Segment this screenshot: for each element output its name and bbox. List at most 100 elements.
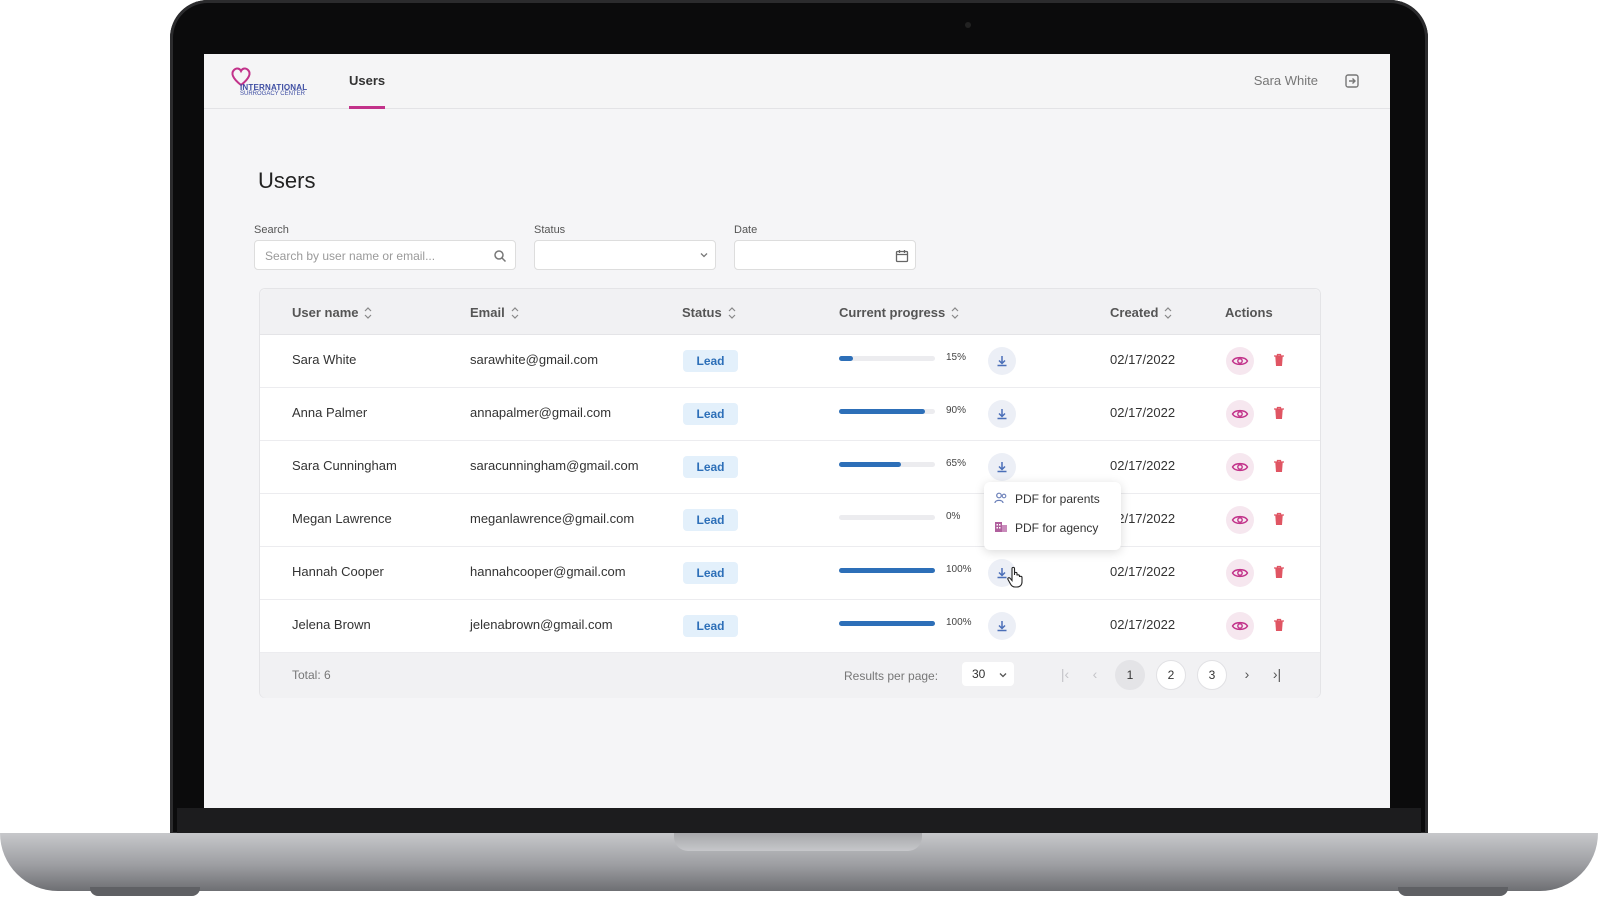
prev-page-icon[interactable]: ‹ <box>1088 665 1102 683</box>
cell-user-name: Hannah Cooper <box>292 564 384 579</box>
cell-user-name: Anna Palmer <box>292 405 368 420</box>
date-input[interactable] <box>734 240 916 270</box>
eye-icon <box>1231 356 1249 366</box>
table-row: Sara Cunningham saracunningham@gmail.com L… <box>260 440 1320 494</box>
page-title: Users <box>258 168 316 193</box>
search-label: Search <box>254 224 289 236</box>
cell-email: hannahcooper@gmail.com <box>470 564 626 579</box>
brand-logo[interactable]: INTERNATIONAL SURROGACY CENTER <box>230 65 310 97</box>
table-row: Anna Palmer annapalmer@gmail.com Lead 90% 02… <box>260 387 1320 441</box>
laptop-foot-right <box>1398 887 1508 896</box>
column-label: Created <box>1110 305 1159 320</box>
cell-email: meganlawrence@gmail.com <box>470 511 635 526</box>
search-placeholder: Search by user name or email... <box>265 249 436 263</box>
camera <box>965 22 971 28</box>
progress-bar <box>839 568 935 573</box>
sort-icon <box>1164 307 1172 319</box>
nav-tab-underline <box>349 106 386 109</box>
status-badge: Lead <box>683 509 738 531</box>
nav-tab-label: Users <box>349 73 386 88</box>
view-button[interactable] <box>1226 347 1254 375</box>
logo-text-line2: SURROGACY CENTER <box>240 91 305 97</box>
trash-icon[interactable] <box>1273 353 1285 367</box>
next-page-icon[interactable]: › <box>1240 665 1254 683</box>
status-badge: Lead <box>683 456 738 478</box>
view-button[interactable] <box>1226 453 1254 481</box>
download-button[interactable] <box>988 400 1016 428</box>
column-label: Current progress <box>839 305 946 320</box>
menu-item-label: PDF for parents <box>1015 492 1100 506</box>
table-footer: Total: 6 Results per page: 30 |‹ ‹ 1 2 3… <box>260 653 1320 698</box>
calendar-icon[interactable] <box>895 249 909 263</box>
total-count: Total: 6 <box>292 668 331 682</box>
eye-icon <box>1231 621 1249 631</box>
progress-bar <box>839 356 935 361</box>
view-button[interactable] <box>1226 559 1254 587</box>
download-button[interactable] <box>988 612 1016 640</box>
last-page-icon[interactable]: ›| <box>1270 665 1284 683</box>
status-select[interactable] <box>534 240 716 270</box>
download-icon <box>997 621 1007 632</box>
column-header-progress[interactable]: Current progress <box>839 305 959 320</box>
app-screen: INTERNATIONAL SURROGACY CENTER Users Sar… <box>204 54 1390 808</box>
chevron-down-icon <box>700 253 708 258</box>
view-button[interactable] <box>1226 400 1254 428</box>
trash-icon[interactable] <box>1273 512 1285 526</box>
cell-email: sarawhite@gmail.com <box>470 352 599 367</box>
menu-item-label: PDF for agency <box>1015 521 1099 535</box>
cell-created-date: 02/17/2022 <box>1110 458 1176 473</box>
table-header: User name Email Status Current progress … <box>260 289 1320 335</box>
results-per-page-value: 30 <box>972 667 986 681</box>
column-header-status[interactable]: Status <box>682 305 736 320</box>
trash-icon[interactable] <box>1273 565 1285 579</box>
status-badge: Lead <box>683 350 738 372</box>
column-header-email[interactable]: Email <box>470 305 519 320</box>
logout-icon[interactable] <box>1344 73 1360 89</box>
progress-percent: 0% <box>946 511 961 522</box>
table-row: Hannah Cooper hannahcooper@gmail.com Lead 1… <box>260 546 1320 600</box>
nav-tab-users[interactable]: Users <box>349 54 386 109</box>
download-icon <box>997 462 1007 473</box>
search-icon <box>494 250 507 263</box>
eye-icon <box>1231 409 1249 419</box>
page-button-2[interactable]: 2 <box>1156 660 1186 690</box>
trash-icon[interactable] <box>1273 406 1285 420</box>
top-navbar: INTERNATIONAL SURROGACY CENTER Users Sar… <box>204 54 1390 109</box>
column-header-created[interactable]: Created <box>1110 305 1172 320</box>
laptop-foot-left <box>90 887 200 896</box>
progress-percent: 90% <box>946 405 967 416</box>
column-label: Status <box>682 305 722 320</box>
search-input[interactable]: Search by user name or email... <box>254 240 516 270</box>
cell-email: jelenabrown@gmail.com <box>470 617 613 632</box>
parents-icon <box>994 492 1007 504</box>
download-button[interactable] <box>988 347 1016 375</box>
current-user-name[interactable]: Sara White <box>1254 54 1318 108</box>
trash-icon[interactable] <box>1273 618 1285 632</box>
page-button-3[interactable]: 3 <box>1197 660 1227 690</box>
sort-icon <box>951 307 959 319</box>
cell-created-date: 02/17/2022 <box>1110 352 1176 367</box>
view-button[interactable] <box>1226 506 1254 534</box>
progress-percent: 100% <box>946 617 972 628</box>
progress-bar <box>839 515 935 520</box>
cell-user-name: Sara White <box>292 352 357 367</box>
first-page-icon[interactable]: |‹ <box>1058 665 1072 683</box>
results-per-page-select[interactable]: 30 <box>962 662 1014 686</box>
status-badge: Lead <box>683 615 738 637</box>
cell-user-name: Jelena Brown <box>292 617 371 632</box>
progress-fill <box>839 568 935 573</box>
status-badge: Lead <box>683 562 738 584</box>
page-button-1[interactable]: 1 <box>1115 660 1145 690</box>
download-icon <box>997 356 1007 367</box>
table-row: Sara White sarawhite@gmail.com Lead 15% 02/1… <box>260 334 1320 388</box>
sort-icon <box>728 307 736 319</box>
column-header-user-name[interactable]: User name <box>292 305 372 320</box>
progress-percent: 100% <box>946 564 972 575</box>
cell-created-date: 02/17/2022 <box>1110 405 1176 420</box>
cell-created-date: 02/17/2022 <box>1110 617 1176 632</box>
users-table: User name Email Status Current progress … <box>259 288 1321 698</box>
progress-percent: 65% <box>946 458 967 469</box>
trash-icon[interactable] <box>1273 459 1285 473</box>
view-button[interactable] <box>1226 612 1254 640</box>
download-button[interactable] <box>988 453 1016 481</box>
